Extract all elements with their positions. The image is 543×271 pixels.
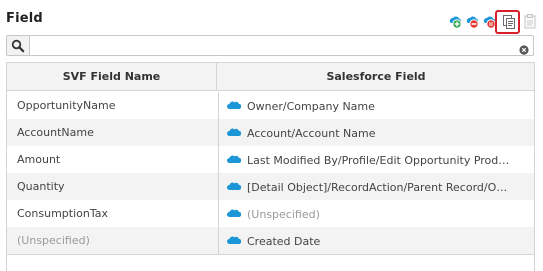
table-row[interactable]: OpportunityName Owner/Company Name [7, 92, 534, 119]
table-row[interactable]: ConsumptionTax (Unspecified) [7, 200, 534, 227]
salesforce-field-label: Owner/Company Name [247, 99, 375, 113]
paste-icon[interactable] [522, 13, 538, 29]
field-toolbar [446, 10, 538, 34]
salesforce-cloud-icon [227, 154, 241, 164]
copy-icon [501, 14, 517, 30]
salesforce-field-label: Account/Account Name [247, 126, 376, 140]
copy-button[interactable] [495, 10, 520, 34]
search-button[interactable] [7, 36, 30, 55]
salesforce-field-cell[interactable]: [Detail Object]/RecordAction/Parent Reco… [218, 173, 534, 200]
search-icon [11, 39, 25, 53]
salesforce-field-label: [Detail Object]/RecordAction/Parent Reco… [247, 180, 508, 194]
search-input[interactable] [31, 36, 511, 55]
svf-field-name-cell: AccountName [17, 126, 94, 139]
salesforce-field-label: (Unspecified) [247, 207, 320, 221]
svf-field-name-cell: OpportunityName [17, 99, 116, 112]
grid-header: SVF Field Name Salesforce Field [7, 63, 534, 91]
salesforce-cloud-icon [227, 208, 241, 218]
salesforce-cloud-icon [227, 127, 241, 137]
table-row[interactable]: Amount Last Modified By/Profile/Edit Opp… [7, 146, 534, 173]
salesforce-cloud-icon [227, 235, 241, 245]
table-row[interactable]: Quantity [Detail Object]/RecordAction/Pa… [7, 173, 534, 200]
table-row[interactable]: AccountName Account/Account Name [7, 119, 534, 146]
field-mapping-grid: SVF Field Name Salesforce Field Opportun… [6, 62, 535, 271]
remove-field-icon[interactable] [464, 13, 480, 29]
salesforce-field-label: Last Modified By/Profile/Edit Opportunit… [247, 153, 510, 167]
column-header-svf-field-name[interactable]: SVF Field Name [7, 63, 217, 90]
salesforce-cloud-icon [227, 181, 241, 191]
column-header-salesforce-field[interactable]: Salesforce Field [218, 63, 534, 90]
salesforce-field-cell[interactable]: Owner/Company Name [218, 92, 534, 119]
search-box [6, 35, 534, 56]
salesforce-field-cell[interactable]: Account/Account Name [218, 119, 534, 146]
svf-field-name-cell: Amount [17, 153, 61, 166]
panel-title: Field [6, 11, 43, 26]
svf-field-name-cell: Quantity [17, 180, 65, 193]
svf-field-name-cell: (Unspecified) [17, 234, 90, 247]
grid-divider [7, 254, 534, 255]
svf-field-name-cell: ConsumptionTax [17, 207, 109, 220]
clear-search-icon[interactable] [519, 40, 529, 59]
salesforce-field-cell[interactable]: Last Modified By/Profile/Edit Opportunit… [218, 146, 534, 173]
salesforce-cloud-icon [227, 100, 241, 110]
salesforce-field-label: Created Date [247, 234, 321, 248]
salesforce-field-cell[interactable]: Created Date [218, 227, 534, 254]
add-field-icon[interactable] [447, 13, 463, 29]
salesforce-field-cell[interactable]: (Unspecified) [218, 200, 534, 227]
table-row[interactable]: (Unspecified) Created Date [7, 227, 534, 254]
